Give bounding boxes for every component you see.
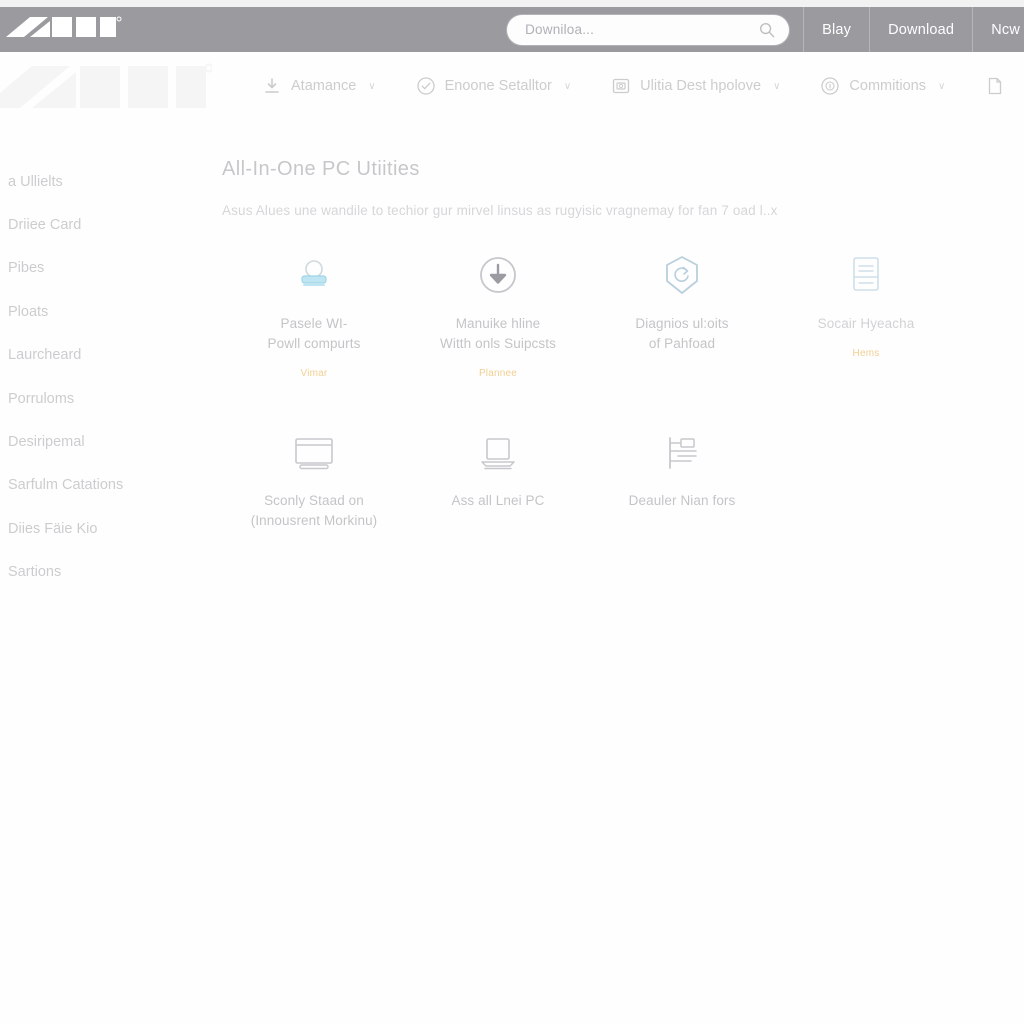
chevron-down-icon[interactable]: ∨: [773, 81, 780, 92]
subnav-label-2: Ulitia Dest hpolove: [640, 78, 762, 94]
utility-card-title-5: Ass all Lnei PC: [451, 493, 545, 508]
subnav-item-atamance[interactable]: Atamance ∨: [262, 76, 376, 96]
utility-card-0[interactable]: Pasele WI- Powll compurts Vimar: [222, 248, 406, 379]
subnav-label-3: Commitions: [849, 78, 926, 94]
search-icon[interactable]: [759, 22, 775, 38]
document-icon: [989, 77, 1002, 95]
subnav-item-enoone-setalltor[interactable]: Enoone Setalltor ∨: [416, 76, 571, 96]
sidebar-item-2[interactable]: Pibes: [0, 247, 205, 290]
sidebar-item-8[interactable]: Diies Fäie Kio: [0, 507, 205, 550]
utility-card-3[interactable]: Socair Hyeacha Hems: [774, 248, 958, 379]
utility-card-2[interactable]: Diagnios ul:oits of Pahfoad: [590, 248, 774, 379]
sidebar-item-4[interactable]: Laurcheard: [0, 334, 205, 377]
header-nav-item-0[interactable]: Blay: [803, 7, 869, 52]
page-title: All-In-One PC Utiities: [222, 158, 420, 180]
chevron-down-icon[interactable]: ∨: [368, 81, 375, 92]
subnav-item-ulitia-dest[interactable]: Ulitia Dest hpolove ∨: [611, 76, 780, 96]
sidebar-item-1[interactable]: Driiee Card: [0, 203, 205, 246]
utility-card-title-2: Diagnios ul:oits of Pahfoad: [635, 316, 729, 351]
search-box[interactable]: [507, 14, 790, 45]
download-circle-icon: [478, 252, 518, 298]
list-document-icon: [851, 252, 881, 298]
subnav-label-1: Enoone Setalltor: [444, 78, 552, 94]
utility-card-4[interactable]: Sconly Staad on (Innousrent Morkinu): [222, 427, 406, 545]
subnav-label-0: Atamance: [291, 78, 357, 94]
info-circle-icon: [821, 77, 840, 95]
utility-card-title-3: Socair Hyeacha: [817, 316, 915, 331]
asus-watermark-logo: [0, 60, 214, 124]
utility-card-1[interactable]: Manuike hline Witth onls Suipcsts Plannee: [406, 248, 590, 379]
utility-card-link-1[interactable]: Plannee: [479, 368, 517, 379]
window-top-strip: [0, 0, 1024, 7]
sidebar-item-0[interactable]: a Ullielts: [0, 160, 205, 203]
browser-page: Blay Download Ncw Atamance ∨: [0, 0, 1024, 1024]
utility-card-5[interactable]: Ass all Lnei PC: [406, 427, 590, 545]
download-icon: [265, 78, 279, 93]
search-input[interactable]: [523, 21, 743, 38]
utility-card-title-0: Pasele WI- Powll compurts: [267, 316, 361, 351]
sidebar-item-3[interactable]: Ploats: [0, 290, 205, 333]
monitor-icon: [613, 78, 630, 94]
utility-card-6[interactable]: Deauler Nian fors: [590, 427, 774, 545]
shield-refresh-icon: [664, 252, 700, 298]
chevron-down-icon[interactable]: ∨: [938, 81, 945, 92]
utility-card-grid: Pasele WI- Powll compurts Vimar Manuike h…: [222, 248, 1024, 545]
asus-logo[interactable]: [4, 7, 124, 52]
sidebar-item-5[interactable]: Porruloms: [0, 377, 205, 420]
sidebar-item-9[interactable]: Sartions: [0, 551, 205, 594]
utility-card-title-4: Sconly Staad on (Innousrent Morkinu): [250, 493, 378, 528]
utility-card-title-6: Deauler Nian fors: [628, 493, 736, 508]
wifi-device-icon: [294, 252, 334, 298]
secondary-nav: Atamance ∨ Enoone Setalltor ∨ Ulitia Des…: [262, 76, 1024, 96]
laptop-icon: [476, 431, 520, 477]
utility-card-title-1: Manuike hline Witth onls Suipcsts: [440, 316, 556, 351]
header-nav-item-2[interactable]: Ncw: [972, 7, 1024, 52]
utility-card-link-0[interactable]: Vimar: [301, 368, 328, 379]
sidebar-item-6[interactable]: Desiripemal: [0, 420, 205, 463]
site-header: Blay Download Ncw: [0, 7, 1024, 52]
subnav-item-document[interactable]: [985, 76, 1014, 96]
subnav-item-commitions[interactable]: Commitions ∨: [820, 76, 945, 96]
check-circle-icon: [416, 77, 435, 95]
page-description: Asus Alues une wandile to techior gur mi…: [222, 203, 778, 218]
main-content: All-In-One PC Utiities Asus Alues une wa…: [222, 158, 1024, 545]
sidebar-nav: a Ullielts Driiee Card Pibes Ploats Laur…: [0, 160, 205, 594]
hierarchy-tree-icon: [663, 431, 701, 477]
sidebar-item-7[interactable]: Sarfulm Catations: [0, 464, 205, 507]
chevron-down-icon[interactable]: ∨: [564, 81, 571, 92]
header-nav-item-1[interactable]: Download: [869, 7, 972, 52]
utility-card-link-3[interactable]: Hems: [853, 348, 880, 359]
monitor-screen-icon: [291, 431, 337, 477]
header-nav: Blay Download Ncw: [803, 7, 1024, 52]
